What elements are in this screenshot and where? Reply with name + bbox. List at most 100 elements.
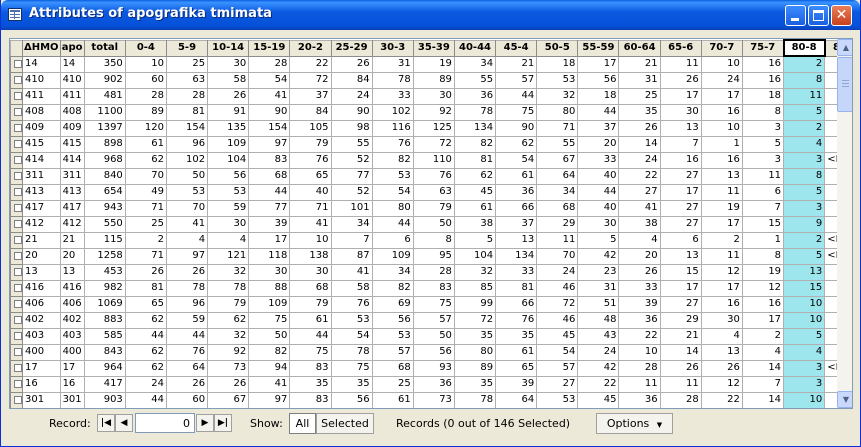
table-cell[interactable]: 35 xyxy=(453,375,497,393)
table-cell[interactable]: 21 xyxy=(618,55,661,73)
table-cell[interactable]: 11 xyxy=(783,87,826,105)
table-cell[interactable]: 883 xyxy=(83,311,126,329)
row-selector[interactable] xyxy=(10,231,23,249)
table-cell[interactable]: 412 xyxy=(59,215,85,233)
table-cell[interactable]: 83 xyxy=(289,391,332,408)
table-cell[interactable]: 30 xyxy=(700,311,743,329)
table-cell[interactable]: 87 xyxy=(330,247,373,265)
column-header[interactable]: 75-7 xyxy=(741,39,785,57)
table-cell[interactable]: 53 xyxy=(371,167,414,185)
table-cell[interactable]: 61 xyxy=(289,311,332,329)
table-cell[interactable]: 28 xyxy=(412,263,455,281)
row-selector[interactable] xyxy=(10,167,23,185)
table-cell[interactable]: 32 xyxy=(207,263,250,281)
table-cell[interactable]: 33 xyxy=(495,263,538,281)
table-cell[interactable]: 50 xyxy=(248,327,291,345)
scroll-up-button[interactable]: ▲ xyxy=(837,39,852,56)
table-cell[interactable]: 13 xyxy=(536,407,579,408)
table-cell[interactable]: 35 xyxy=(453,327,497,345)
table-cell[interactable]: 50 xyxy=(165,167,209,185)
table-cell[interactable]: 2 xyxy=(700,231,743,249)
table-cell[interactable]: 62 xyxy=(124,311,167,329)
table-cell[interactable]: 17 xyxy=(248,231,291,249)
table-cell[interactable]: 44 xyxy=(165,327,209,345)
table-cell[interactable]: 71 xyxy=(536,119,579,137)
table-cell[interactable]: 44 xyxy=(495,87,538,105)
options-button[interactable]: Options ▼ xyxy=(596,413,673,434)
previous-record-button[interactable]: ◀ xyxy=(115,414,133,432)
table-cell[interactable]: 16 xyxy=(741,71,785,89)
table-cell[interactable]: 16 xyxy=(700,151,743,169)
table-cell[interactable]: 104 xyxy=(453,247,497,265)
table-cell[interactable]: 16 xyxy=(659,151,702,169)
table-cell[interactable]: 19 xyxy=(22,407,61,408)
table-cell[interactable]: 28 xyxy=(165,87,209,105)
table-cell[interactable]: 409 xyxy=(22,119,61,137)
table-cell[interactable]: 43 xyxy=(577,327,620,345)
table-cell[interactable]: 67 xyxy=(207,391,250,408)
table-cell[interactable]: 36 xyxy=(453,87,497,105)
table-cell[interactable]: 14 xyxy=(741,391,785,408)
table-row[interactable]: 20 20 1258 71 97 121 118 138 87 109 95 104 134 70 42 20… xyxy=(10,247,852,265)
table-cell[interactable]: 30 xyxy=(289,263,332,281)
table-cell[interactable]: 14 xyxy=(618,135,661,153)
table-cell[interactable]: 3 xyxy=(741,119,785,137)
table-cell[interactable]: 154 xyxy=(165,119,209,137)
table-cell[interactable]: 415 xyxy=(59,135,85,153)
table-cell[interactable]: 40 xyxy=(577,199,620,217)
table-cell[interactable]: 110 xyxy=(412,151,455,169)
table-row[interactable]: 411 411 481 28 28 26 41 37 24 33 30 36 44 32 18 25 17 17 1… xyxy=(10,87,852,105)
table-cell[interactable]: 4 xyxy=(783,135,826,153)
table-cell[interactable]: 20 xyxy=(59,247,85,265)
table-cell[interactable]: 24 xyxy=(124,375,167,393)
table-cell[interactable]: 98 xyxy=(330,119,373,137)
table-cell[interactable]: 21 xyxy=(59,231,85,249)
table-cell[interactable]: 75 xyxy=(330,359,373,377)
table-cell[interactable]: 27 xyxy=(659,295,702,313)
table-cell[interactable]: 52 xyxy=(330,151,373,169)
table-cell[interactable]: 17 xyxy=(659,279,702,297)
table-cell[interactable]: 5 xyxy=(577,231,620,249)
table-cell[interactable]: 10 xyxy=(783,391,826,408)
table-cell[interactable]: 9 xyxy=(783,215,826,233)
table-cell[interactable]: 21 xyxy=(22,231,61,249)
next-record-button[interactable]: ▶ xyxy=(196,414,214,432)
table-cell[interactable]: 45 xyxy=(453,183,497,201)
table-cell[interactable]: 61 xyxy=(453,199,497,217)
table-cell[interactable]: 11 xyxy=(700,247,743,265)
table-cell[interactable]: 34 xyxy=(453,55,497,73)
table-cell[interactable]: 77 xyxy=(330,167,373,185)
table-cell[interactable]: 116 xyxy=(371,119,414,137)
table-cell[interactable]: 13 xyxy=(659,247,702,265)
table-cell[interactable]: 22 xyxy=(700,391,743,408)
table-cell[interactable]: 92 xyxy=(207,343,250,361)
table-cell[interactable]: 94 xyxy=(248,359,291,377)
table-cell[interactable]: 7 xyxy=(741,199,785,217)
table-cell[interactable]: 902 xyxy=(83,71,126,89)
table-cell[interactable]: 16 xyxy=(700,103,743,121)
table-cell[interactable]: 5 xyxy=(453,231,497,249)
table-cell[interactable]: 83 xyxy=(248,151,291,169)
table-cell[interactable]: 15 xyxy=(453,407,497,408)
table-row[interactable]: 191920961320152415131615131312685762<Nul… xyxy=(10,407,852,408)
table-cell[interactable]: 28 xyxy=(618,359,661,377)
table-cell[interactable]: 41 xyxy=(618,199,661,217)
table-cell[interactable]: 40 xyxy=(577,167,620,185)
table-cell[interactable]: 62 xyxy=(124,343,167,361)
table-cell[interactable]: 54 xyxy=(248,71,291,89)
table-cell[interactable]: 30 xyxy=(577,215,620,233)
table-cell[interactable]: 32 xyxy=(536,87,579,105)
table-cell[interactable]: 105 xyxy=(289,119,332,137)
table-cell[interactable]: 93 xyxy=(412,359,455,377)
table-cell[interactable]: 57 xyxy=(371,343,414,361)
table-row[interactable]: 406 406 1069 65 96 79 109 79 76 69 75 99 66 72 51 39 27 1… xyxy=(10,295,852,313)
table-cell[interactable]: 42 xyxy=(577,359,620,377)
table-cell[interactable]: 63 xyxy=(165,71,209,89)
table-cell[interactable]: 78 xyxy=(165,279,209,297)
table-cell[interactable]: 35 xyxy=(330,375,373,393)
table-cell[interactable]: 5 xyxy=(783,183,826,201)
table-cell[interactable]: 35 xyxy=(618,103,661,121)
row-selector[interactable] xyxy=(10,119,23,137)
table-cell[interactable]: 75 xyxy=(289,343,332,361)
table-cell[interactable]: 125 xyxy=(412,119,455,137)
